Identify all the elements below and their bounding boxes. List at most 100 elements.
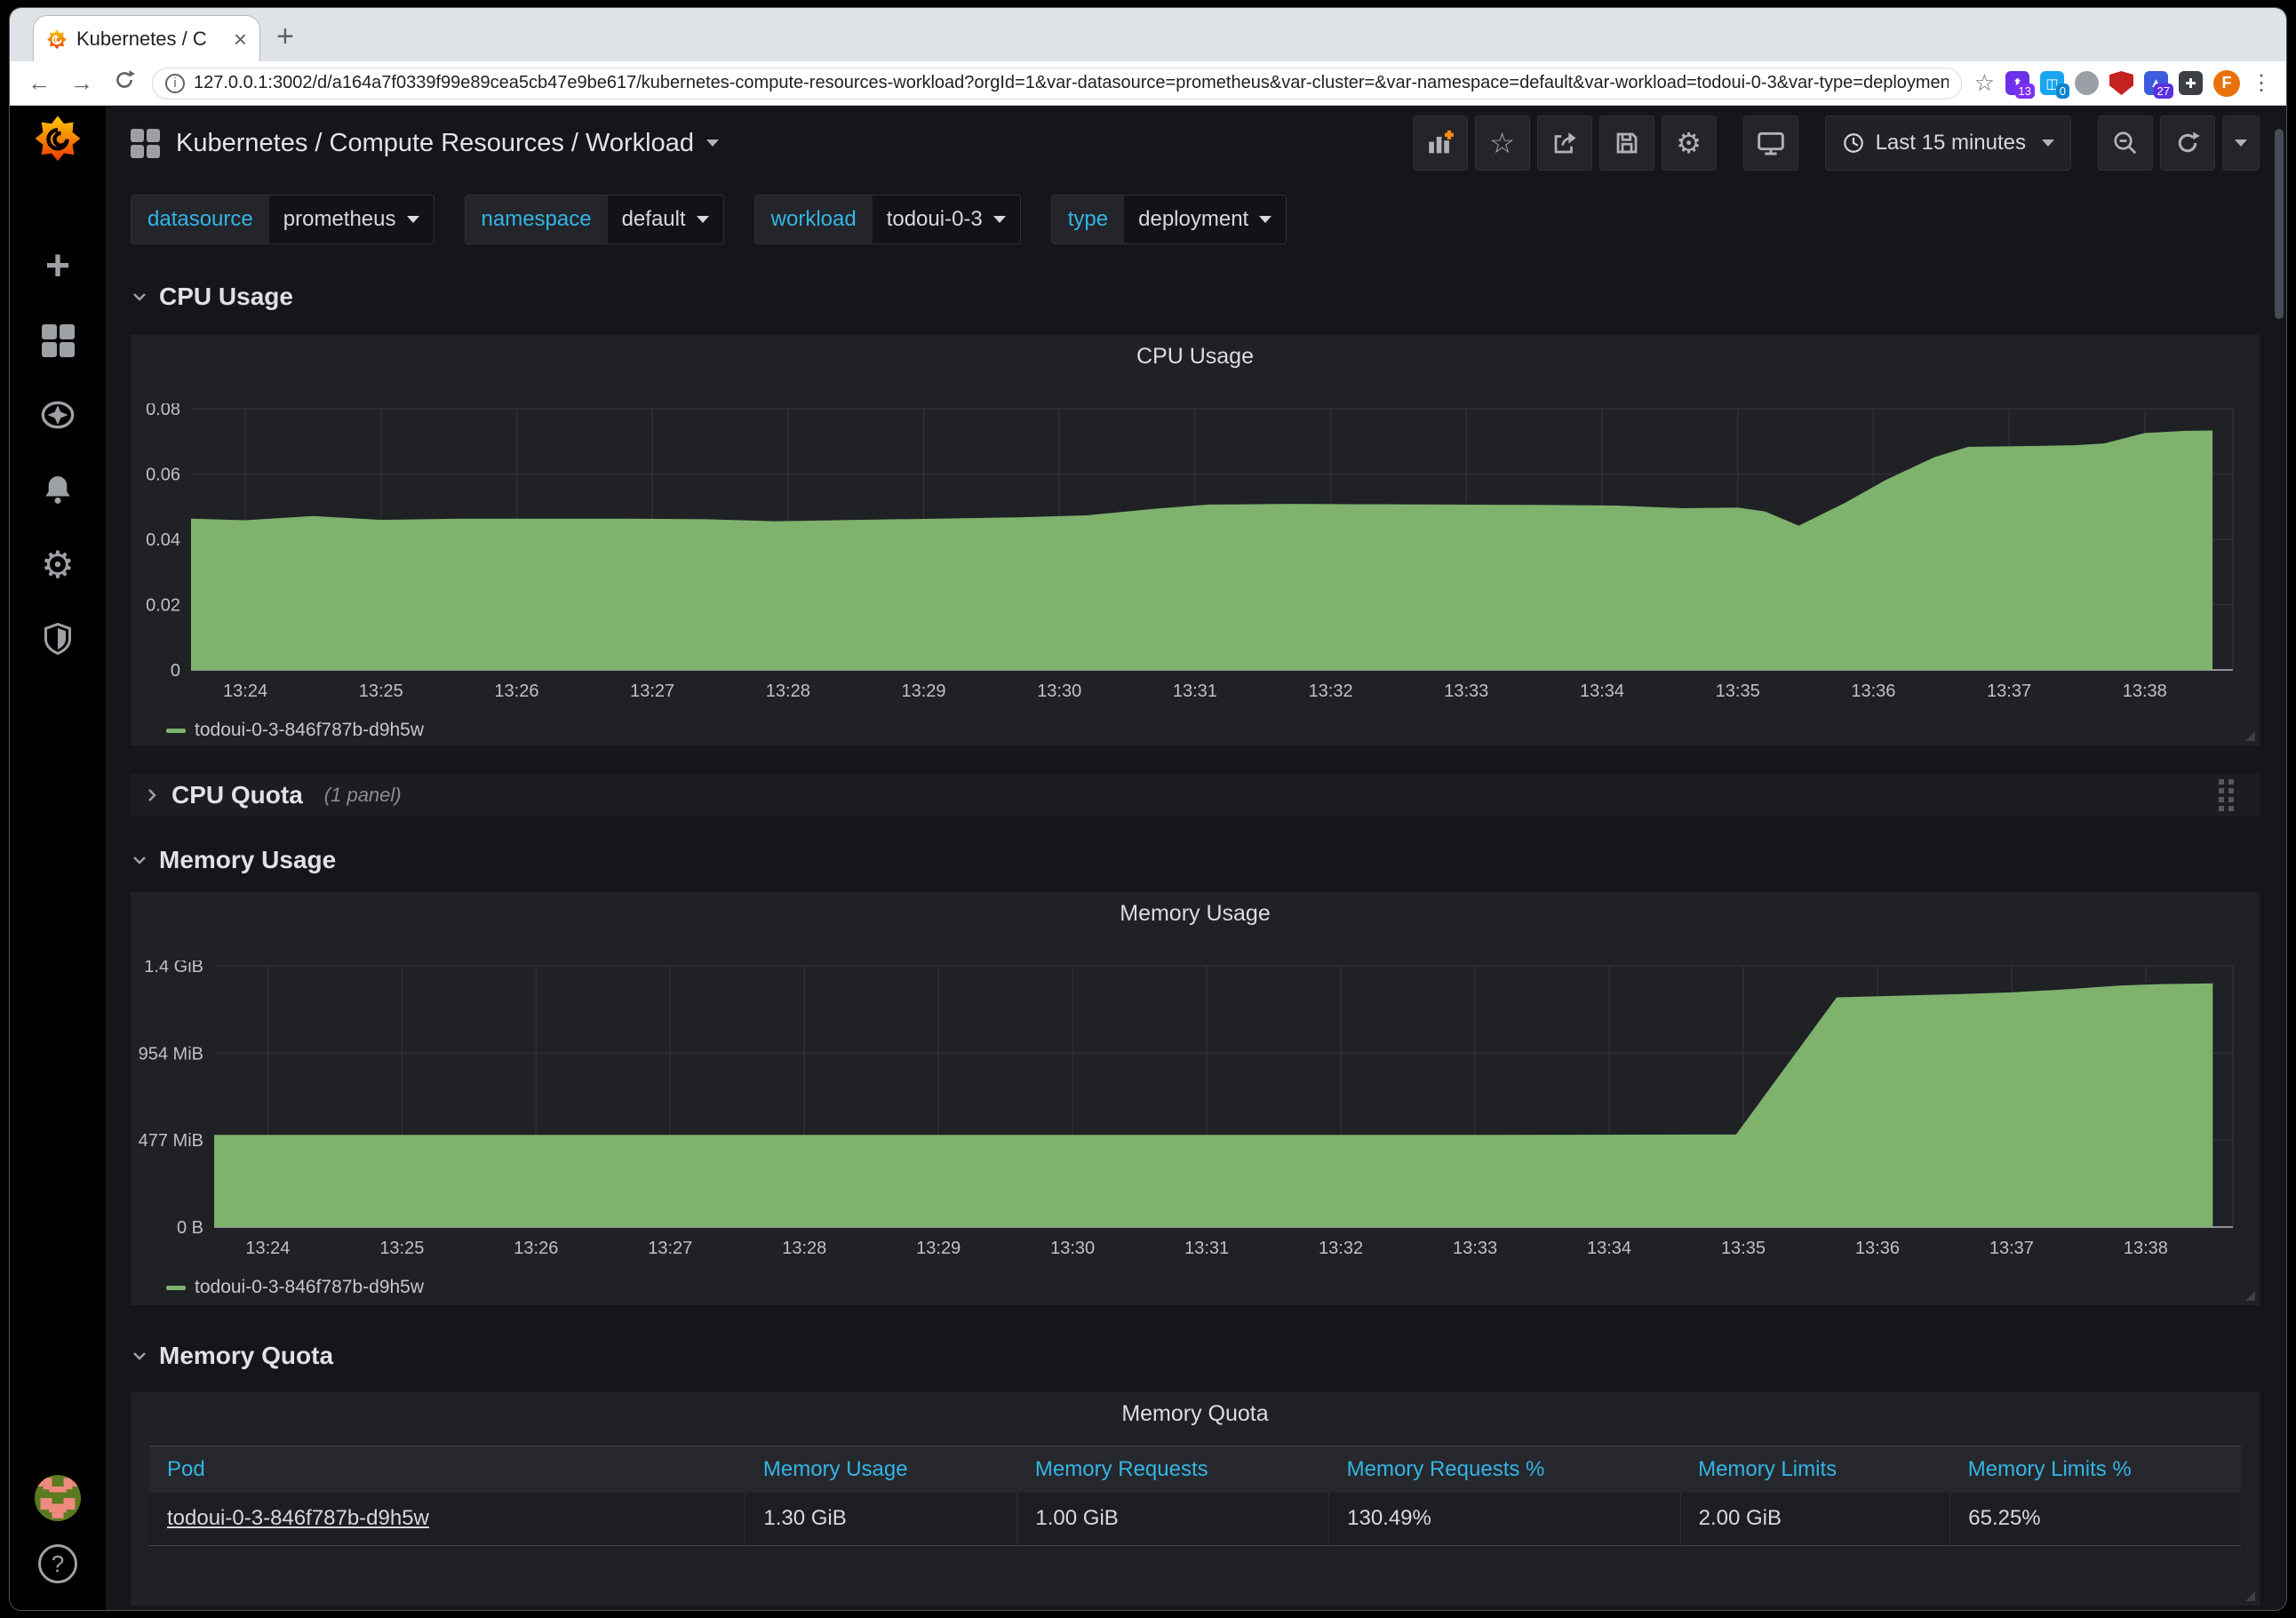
cpu-usage-panel[interactable]: CPU Usage 00.020.040.060.0813:2413:2513:… — [131, 335, 2260, 745]
panel-title[interactable]: Memory Quota — [131, 1401, 2260, 1430]
explore-compass-icon[interactable] — [40, 397, 76, 433]
extension-icon-4[interactable]: ▲ 27 — [2144, 71, 2168, 95]
title-chevron-down-icon[interactable] — [706, 139, 719, 147]
refresh-button[interactable] — [2160, 116, 2215, 171]
server-admin-shield-icon[interactable] — [40, 621, 76, 657]
memory-usage-panel[interactable]: Memory Usage 0 B477 MiB954 MiB1.4 GiB13:… — [131, 892, 2260, 1305]
bookmark-star-icon[interactable]: ☆ — [1974, 69, 1995, 97]
extension-shield-icon[interactable] — [2109, 71, 2133, 95]
profile-avatar[interactable]: F — [2213, 70, 2240, 97]
forward-icon[interactable]: → — [67, 69, 97, 97]
cycle-view-button[interactable] — [1743, 116, 1798, 171]
section-cpu-usage[interactable]: CPU Usage — [131, 282, 2260, 312]
svg-text:13:38: 13:38 — [2124, 1239, 2168, 1258]
add-panel-button[interactable] — [1413, 116, 1468, 171]
svg-text:0: 0 — [171, 661, 180, 681]
dashboard-settings-button[interactable]: ⚙ — [1662, 116, 1717, 171]
memory-legend[interactable]: todoui-0-3-846f787b-d9h5w — [166, 1275, 2260, 1300]
svg-text:13:28: 13:28 — [782, 1239, 826, 1258]
section-cpu-quota[interactable]: CPU Quota (1 panel) — [131, 774, 2260, 817]
variable-namespace[interactable]: namespace default — [465, 195, 724, 244]
cell-memory-limits: 2.00 GiB — [1680, 1493, 1950, 1546]
extension-icon-1[interactable]: ⬆ 13 — [2005, 71, 2029, 95]
back-icon[interactable]: ← — [24, 69, 54, 97]
variable-type[interactable]: type deployment — [1051, 195, 1287, 244]
extension-icon-3[interactable] — [2075, 71, 2099, 95]
extension-pin-icon[interactable]: ✚ — [2179, 71, 2203, 95]
panel-resize-handle[interactable] — [2245, 731, 2255, 741]
create-plus-icon[interactable]: + — [40, 248, 76, 283]
variable-label: datasource — [132, 195, 269, 243]
column-header-memory-limits-pct[interactable]: Memory Limits % — [1950, 1447, 2241, 1493]
variable-value-dropdown[interactable]: default — [608, 195, 723, 243]
star-icon: ☆ — [1489, 129, 1515, 157]
variable-datasource[interactable]: datasource prometheus — [131, 195, 434, 244]
time-range-picker[interactable]: Last 15 minutes — [1825, 116, 2071, 171]
legend-series-name[interactable]: todoui-0-3-846f787b-d9h5w — [195, 1277, 424, 1298]
svg-text:13:33: 13:33 — [1444, 681, 1488, 701]
dashboard-grid-icon[interactable] — [131, 129, 160, 158]
new-tab-button[interactable]: + — [276, 20, 294, 54]
refresh-interval-dropdown[interactable] — [2222, 116, 2260, 171]
legend-series-name[interactable]: todoui-0-3-846f787b-d9h5w — [195, 720, 424, 741]
help-icon[interactable]: ? — [38, 1544, 77, 1583]
panel-resize-handle[interactable] — [2245, 1291, 2255, 1301]
column-header-memory-requests[interactable]: Memory Requests — [1017, 1447, 1329, 1493]
svg-text:13:29: 13:29 — [916, 1239, 961, 1258]
column-header-memory-limits[interactable]: Memory Limits — [1680, 1447, 1950, 1493]
svg-text:13:36: 13:36 — [1851, 681, 1895, 701]
dashboards-icon[interactable] — [40, 323, 76, 358]
memory-usage-chart[interactable]: 0 B477 MiB954 MiB1.4 GiB13:2413:2513:261… — [131, 960, 2260, 1263]
section-memory-quota[interactable]: Memory Quota — [131, 1341, 2260, 1371]
url-bar[interactable]: i 127.0.0.1:3002/d/a164a7f0339f99e89cea5… — [152, 68, 1962, 100]
star-dashboard-button[interactable]: ☆ — [1475, 116, 1530, 171]
variable-value-dropdown[interactable]: deployment — [1124, 195, 1286, 243]
panel-title[interactable]: CPU Usage — [131, 344, 2260, 372]
user-avatar[interactable] — [35, 1475, 81, 1521]
save-floppy-icon — [1614, 130, 1640, 156]
grafana-logo[interactable] — [33, 113, 83, 163]
refresh-icon — [2174, 130, 2201, 156]
extension-badge-1: 13 — [2015, 84, 2035, 99]
legend-series-dash — [166, 1286, 186, 1290]
section-memory-usage[interactable]: Memory Usage — [131, 845, 2260, 875]
alerting-bell-icon[interactable] — [40, 472, 76, 507]
column-header-memory-usage[interactable]: Memory Usage — [745, 1447, 1017, 1493]
svg-text:13:28: 13:28 — [766, 681, 810, 701]
memory-quota-panel[interactable]: Memory Quota Pod Memory Usage Memory Req… — [131, 1392, 2260, 1606]
pod-link[interactable]: todoui-0-3-846f787b-d9h5w — [167, 1506, 429, 1530]
save-dashboard-button[interactable] — [1599, 116, 1654, 171]
panel-resize-handle[interactable] — [2245, 1591, 2255, 1601]
section-title: CPU Quota — [171, 781, 303, 809]
browser-tab[interactable]: Kubernetes / C × — [33, 15, 260, 61]
gear-icon: ⚙ — [1676, 129, 1702, 157]
tab-close-icon[interactable]: × — [234, 28, 247, 51]
svg-text:477 MiB: 477 MiB — [139, 1131, 203, 1151]
memory-quota-table: Pod Memory Usage Memory Requests Memory … — [149, 1446, 2241, 1546]
dashboard-title[interactable]: Kubernetes / Compute Resources / Workloa… — [176, 129, 694, 158]
browser-menu-icon[interactable]: ⋮ — [2251, 70, 2272, 96]
cpu-legend[interactable]: todoui-0-3-846f787b-d9h5w — [166, 718, 2260, 743]
panel-title[interactable]: Memory Usage — [131, 901, 2260, 929]
compass-icon — [40, 397, 76, 433]
cpu-usage-chart[interactable]: 00.020.040.060.0813:2413:2513:2613:2713:… — [131, 403, 2260, 705]
sidebar-bottom: ? — [35, 1475, 81, 1583]
column-header-memory-requests-pct[interactable]: Memory Requests % — [1329, 1447, 1680, 1493]
variable-value-dropdown[interactable]: todoui-0-3 — [873, 195, 1020, 243]
zoom-out-time-button[interactable] — [2098, 116, 2153, 171]
svg-text:13:37: 13:37 — [1987, 681, 2031, 701]
svg-text:13:32: 13:32 — [1309, 681, 1353, 701]
variable-value: todoui-0-3 — [887, 207, 983, 232]
variable-workload[interactable]: workload todoui-0-3 — [754, 195, 1021, 244]
page-scrollbar-thumb[interactable] — [2275, 129, 2284, 319]
share-dashboard-button[interactable] — [1537, 116, 1592, 171]
bell-icon — [41, 473, 75, 506]
cell-memory-requests-pct: 130.49% — [1329, 1493, 1680, 1546]
configuration-gear-icon[interactable]: ⚙ — [40, 546, 76, 582]
column-header-pod[interactable]: Pod — [149, 1447, 745, 1493]
reload-icon[interactable] — [109, 68, 140, 98]
variable-value-dropdown[interactable]: prometheus — [269, 195, 434, 243]
site-info-icon[interactable]: i — [165, 74, 185, 93]
row-drag-handle-icon[interactable] — [2217, 777, 2236, 813]
extension-icon-2[interactable]: ◫ 0 — [2040, 71, 2064, 95]
